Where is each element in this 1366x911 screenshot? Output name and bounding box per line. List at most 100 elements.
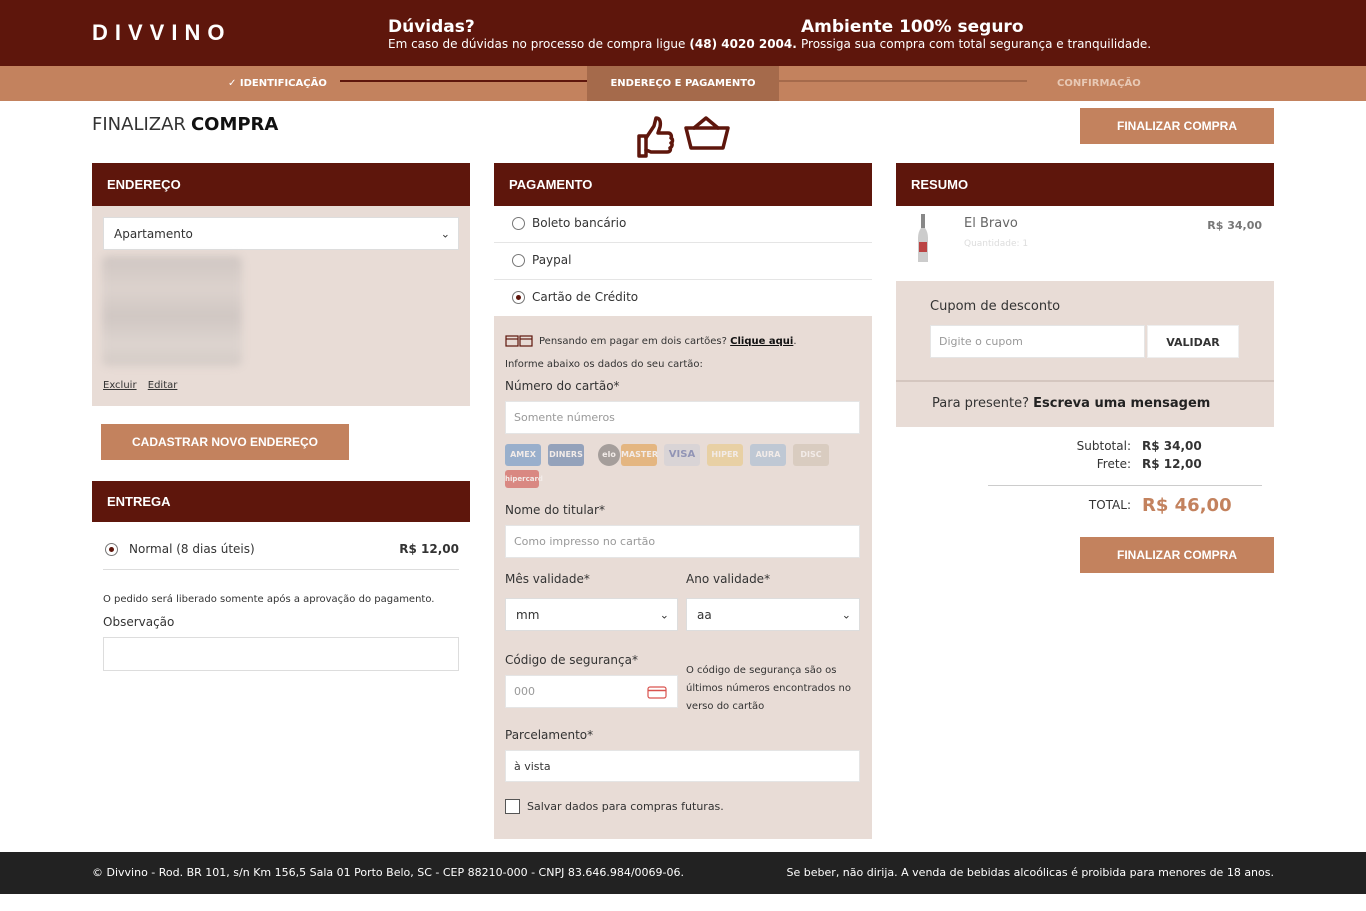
- subtotal-label: Subtotal:: [1076, 439, 1131, 453]
- two-cards-question: Pensando em pagar em dois cartões?: [539, 336, 727, 347]
- diners-icon: DINERS: [548, 444, 584, 466]
- product-price: R$ 34,00: [1207, 219, 1262, 232]
- chevron-down-icon: ⌄: [659, 608, 669, 621]
- payment-radio[interactable]: [512, 291, 525, 304]
- secure-title: Ambiente 100% seguro: [801, 17, 1024, 37]
- delivery-note: O pedido será liberado somente após a ap…: [103, 594, 435, 605]
- coupon-divider: [896, 380, 1274, 382]
- finalize-purchase-button-top[interactable]: FINALIZAR COMPRA: [1080, 108, 1274, 144]
- installments-select[interactable]: à vista: [505, 750, 860, 782]
- top-header: DIVVINO Dúvidas? Em caso de dúvidas no p…: [0, 0, 1366, 66]
- card-number-label: Número do cartão*: [505, 379, 620, 393]
- step-identification: ✓ IDENTIFICAÇÃO: [228, 78, 327, 89]
- add-address-button[interactable]: CADASTRAR NOVO ENDEREÇO: [101, 424, 349, 460]
- holder-name-input[interactable]: Como impresso no cartão: [505, 525, 860, 558]
- amex-icon: AMEX: [505, 444, 541, 466]
- gift-message-link[interactable]: Escreva uma mensagem: [1033, 396, 1210, 411]
- coupon-input[interactable]: Digite o cupom: [930, 325, 1145, 358]
- help-text-body: Em caso de dúvidas no processo de compra…: [388, 37, 686, 51]
- visa-icon: VISA: [664, 444, 700, 466]
- expiry-month-label: Mês validade*: [505, 572, 590, 586]
- step-progress-line: [340, 80, 587, 82]
- secure-text: Prossiga sua compra com total segurança …: [801, 37, 1152, 51]
- thumbs-up-basket-icon: [637, 116, 730, 158]
- two-cards-text: Pensando em pagar em dois cartões? Cliqu…: [539, 336, 797, 347]
- shipping-value: R$ 12,00: [1142, 457, 1202, 471]
- two-cards-icon: [505, 335, 533, 347]
- validate-coupon-button[interactable]: VALIDAR: [1147, 325, 1239, 358]
- gift-message[interactable]: Para presente? Escreva uma mensagem: [932, 396, 1210, 411]
- payment-option-credit-card[interactable]: Cartão de Crédito: [494, 280, 872, 317]
- aura-icon: AURA: [750, 444, 786, 466]
- holder-name-label: Nome do titular*: [505, 503, 605, 517]
- step-confirmation: CONFIRMAÇÃO: [1057, 78, 1141, 89]
- page-title: FINALIZAR COMPRA: [92, 114, 278, 135]
- checkout-steps: ✓ IDENTIFICAÇÃO ENDEREÇO E PAGAMENTO CON…: [0, 66, 1366, 101]
- payment-option-label: Paypal: [532, 253, 572, 267]
- observation-label: Observação: [103, 615, 175, 629]
- payment-option-label: Cartão de Crédito: [532, 290, 639, 304]
- gift-question: Para presente?: [932, 396, 1029, 411]
- page-title-bold: COMPRA: [190, 114, 279, 135]
- totals-divider: [988, 485, 1262, 486]
- discover-icon: DISC: [793, 444, 829, 466]
- payment-option-paypal[interactable]: Paypal: [494, 243, 872, 280]
- step-address-payment: ENDEREÇO E PAGAMENTO: [587, 66, 779, 101]
- footer-company-info: © Divvino - Rod. BR 101, s/n Km 156,5 Sa…: [92, 866, 684, 879]
- step-pending-line: [779, 80, 1027, 82]
- address-select[interactable]: Apartamento ⌄: [103, 217, 459, 250]
- address-select-value: Apartamento: [114, 226, 193, 241]
- coupon-label: Cupom de desconto: [930, 299, 1061, 314]
- coupon-panel: Cupom de desconto Digite o cupom VALIDAR…: [896, 281, 1274, 427]
- elo-icon-badge: elo: [598, 444, 620, 466]
- total-value: R$ 46,00: [1142, 495, 1232, 516]
- delivery-radio[interactable]: [105, 543, 118, 556]
- help-text: Em caso de dúvidas no processo de compra…: [388, 37, 797, 51]
- subtotal-value: R$ 34,00: [1142, 439, 1202, 453]
- payment-radio[interactable]: [512, 254, 525, 267]
- payment-radio[interactable]: [512, 217, 525, 230]
- security-code-placeholder: 000: [514, 685, 535, 698]
- edit-address-link[interactable]: Editar: [148, 380, 178, 391]
- finalize-purchase-button-bottom[interactable]: FINALIZAR COMPRA: [1080, 537, 1274, 573]
- footer: © Divvino - Rod. BR 101, s/n Km 156,5 Sa…: [0, 852, 1366, 894]
- chevron-down-icon: ⌄: [841, 608, 851, 621]
- expiry-year-select[interactable]: aa ⌄: [686, 598, 860, 631]
- delivery-option[interactable]: Normal (8 dias úteis) R$ 12,00: [103, 540, 459, 570]
- wine-bottle-icon: [918, 214, 928, 262]
- help-phone: (48) 4020 2004.: [689, 37, 797, 51]
- address-actions: Excluir Editar: [103, 380, 185, 391]
- payment-heading: PAGAMENTO: [494, 163, 872, 206]
- mastercard-icon: MASTER: [621, 444, 658, 466]
- observation-field[interactable]: [103, 637, 459, 671]
- expiry-month-select[interactable]: mm ⌄: [505, 598, 678, 631]
- product-name: El Bravo: [964, 216, 1018, 231]
- delivery-option-label: Normal (8 dias úteis): [129, 542, 255, 556]
- card-number-input[interactable]: Somente números: [505, 401, 860, 434]
- delivery-option-price: R$ 12,00: [399, 542, 459, 556]
- payment-option-label: Boleto bancário: [532, 216, 627, 230]
- summary-heading: RESUMO: [896, 163, 1274, 206]
- delivery-heading: ENTREGA: [92, 481, 470, 522]
- total-label: TOTAL:: [1088, 498, 1131, 512]
- chevron-down-icon: ⌄: [440, 227, 450, 240]
- help-title: Dúvidas?: [388, 17, 475, 37]
- logo[interactable]: DIVVINO: [92, 20, 231, 46]
- cart-item: El Bravo Quantidade: 1 R$ 34,00: [896, 206, 1274, 271]
- footer-disclaimer: Se beber, não dirija. A venda de bebidas…: [786, 866, 1274, 879]
- payment-option-boleto[interactable]: Boleto bancário: [494, 206, 872, 243]
- delete-address-link[interactable]: Excluir: [103, 380, 137, 391]
- card-cvv-icon: [647, 686, 667, 699]
- two-cards-link[interactable]: Clique aqui: [730, 336, 793, 347]
- hipercard-icon: hipercard: [505, 470, 543, 488]
- expiry-year-label: Ano validade*: [686, 572, 771, 586]
- help-block: Dúvidas? Em caso de dúvidas no processo …: [388, 17, 797, 51]
- address-details-blurred: [102, 256, 242, 366]
- shipping-label: Frete:: [1096, 457, 1131, 471]
- expiry-month-value: mm: [516, 607, 540, 622]
- security-code-help: O código de segurança são os últimos núm…: [686, 665, 851, 712]
- page-title-light: FINALIZAR: [92, 114, 186, 135]
- save-card-checkbox[interactable]: [505, 799, 520, 814]
- security-code-input[interactable]: 000: [505, 675, 678, 708]
- address-heading: ENDEREÇO: [92, 163, 470, 206]
